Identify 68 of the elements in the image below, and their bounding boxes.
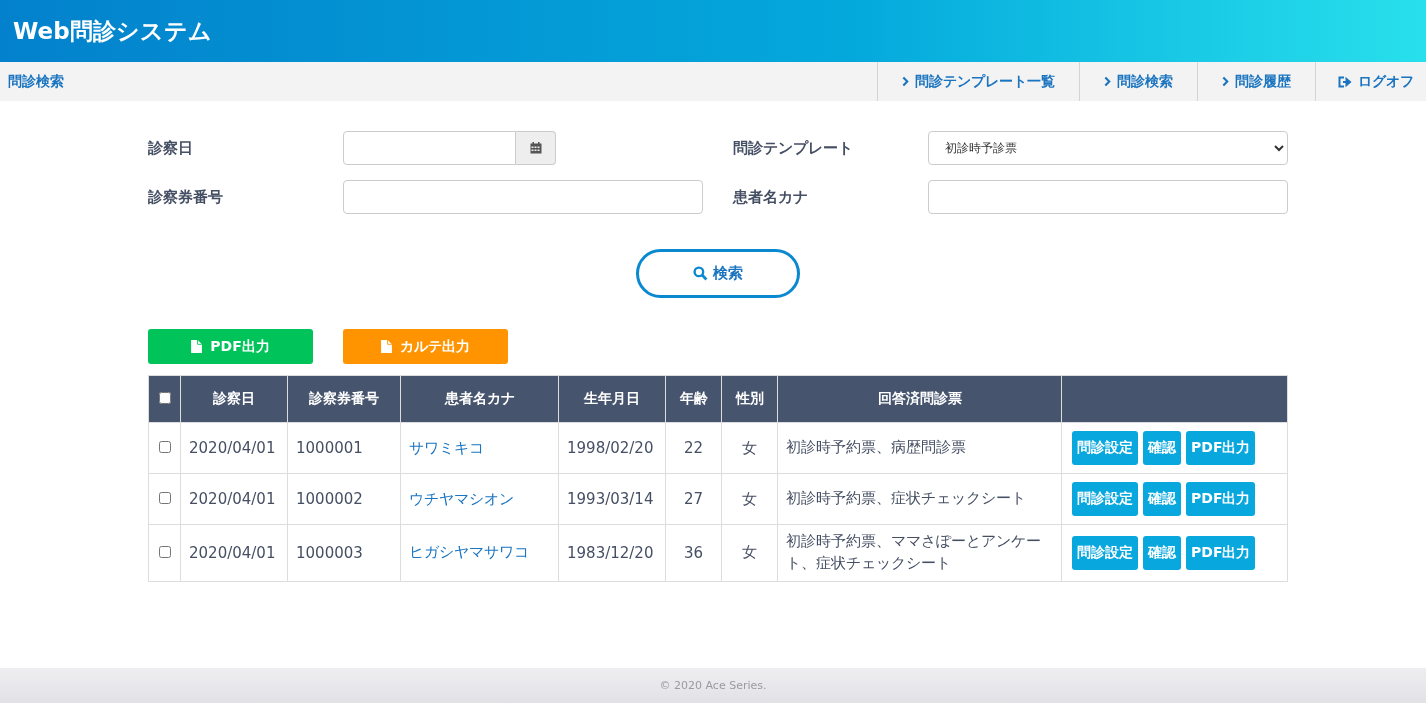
nav-link[interactable]: 問診テンプレート一覧 (877, 62, 1079, 101)
row-checkbox[interactable] (158, 545, 171, 558)
table-cell: 1000003 (287, 524, 401, 581)
column-header: 生年月日 (558, 375, 666, 423)
nav-link[interactable]: ログオフ (1315, 62, 1426, 101)
table-cell: 女 (721, 422, 778, 474)
nav-link[interactable]: 問診履歴 (1197, 62, 1315, 101)
text-input-field[interactable] (343, 180, 703, 214)
column-header: 診察券番号 (287, 375, 401, 423)
app-title: Web問診システム (13, 16, 212, 46)
table-cell: 2020/04/01 (180, 524, 288, 581)
search-icon (693, 266, 708, 281)
text-input-field[interactable] (928, 180, 1288, 214)
export-button[interactable]: PDF出力 (148, 329, 313, 364)
row-action-button[interactable]: PDF出力 (1186, 431, 1256, 465)
table-cell: 初診時予約票、ママさぽーとアンケート、症状チェックシート (777, 524, 1062, 581)
column-header: 年齢 (665, 375, 722, 423)
template-select[interactable]: 初診時予診票 (928, 131, 1288, 165)
row-checkbox[interactable] (158, 492, 171, 504)
row-action-button[interactable]: 問診設定 (1072, 482, 1138, 516)
file-icon (381, 340, 392, 353)
nav-link[interactable]: 問診検索 (1079, 62, 1197, 101)
page-title: 問診検索 (7, 72, 64, 91)
column-header: 診察日 (180, 375, 288, 423)
table-cell: 初診時予約票、症状チェックシート (777, 473, 1062, 525)
table-cell: 2020/04/01 (180, 422, 288, 474)
chevron-right-icon (1104, 76, 1111, 87)
file-icon (191, 340, 203, 353)
calendar-button[interactable] (516, 131, 556, 165)
row-action-button[interactable]: PDF出力 (1186, 482, 1256, 516)
row-action-button[interactable]: 確認 (1143, 482, 1181, 516)
field-label: 患者名カナ (731, 187, 809, 207)
table-cell: 1993/03/14 (558, 473, 666, 525)
table-cell: 1998/02/20 (558, 422, 666, 474)
table-cell: 1983/12/20 (558, 524, 666, 581)
table-cell: 1000002 (287, 473, 401, 525)
select-all-checkbox[interactable] (158, 392, 171, 404)
table-cell: 女 (721, 473, 778, 525)
column-header: 性別 (721, 375, 778, 423)
row-action-button[interactable]: 問診設定 (1072, 535, 1138, 570)
calendar-icon (529, 142, 542, 154)
row-action-button[interactable]: 確認 (1143, 535, 1181, 570)
field-label: 診察日 (148, 138, 194, 158)
search-button[interactable]: 検索 (636, 249, 800, 298)
copyright-text: © 2020 Ace Series. (659, 679, 767, 692)
table-cell: 36 (665, 524, 722, 581)
table-cell: 2020/04/01 (180, 473, 288, 525)
table-cell: 22 (665, 422, 722, 474)
patient-name-link[interactable]: ウチヤマシオン (409, 489, 514, 508)
sign-out-icon (1338, 75, 1352, 88)
table-cell: 1000001 (287, 422, 401, 474)
table-cell: 女 (721, 524, 778, 581)
table-cell: 27 (665, 473, 722, 525)
column-header: 患者名カナ (400, 375, 559, 423)
row-action-button[interactable]: 問診設定 (1072, 431, 1138, 465)
chevron-right-icon (1222, 76, 1229, 87)
field-label: 問診テンプレート (732, 138, 854, 158)
row-action-button[interactable]: 確認 (1143, 431, 1181, 465)
column-header: 回答済問診票 (777, 375, 1062, 423)
chevron-right-icon (902, 76, 909, 87)
table-cell: 初診時予約票、病歴問診票 (777, 422, 1062, 474)
date-input-field[interactable] (343, 131, 516, 165)
field-label: 診察券番号 (148, 187, 224, 207)
patient-name-link[interactable]: サワミキコ (409, 438, 484, 457)
export-button[interactable]: カルテ出力 (343, 329, 508, 364)
row-checkbox[interactable] (158, 441, 171, 453)
row-action-button[interactable]: PDF出力 (1186, 535, 1256, 570)
patient-name-link[interactable]: ヒガシヤマサワコ (409, 543, 529, 562)
